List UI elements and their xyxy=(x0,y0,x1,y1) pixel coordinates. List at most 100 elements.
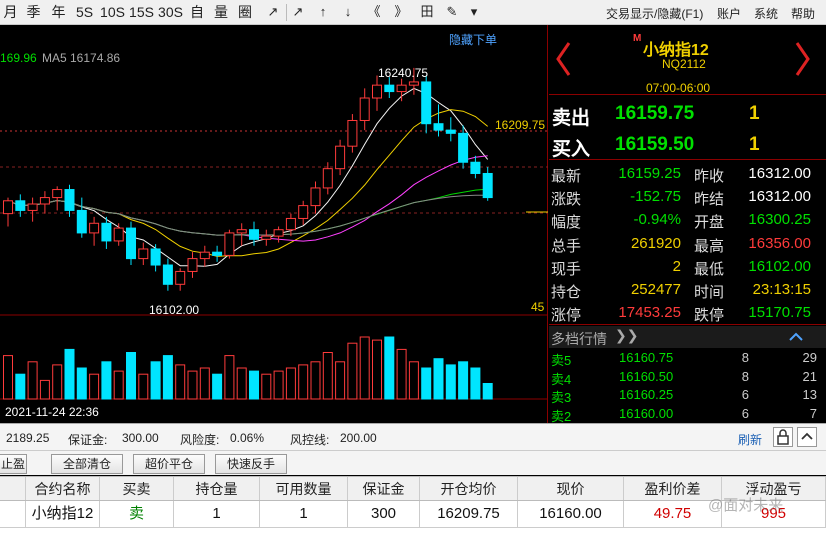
volume-bar xyxy=(359,336,370,400)
period-button-4[interactable]: 10S xyxy=(100,3,125,21)
account-menu[interactable]: 账户 xyxy=(717,5,741,22)
column-header[interactable]: 买卖 xyxy=(100,477,174,500)
up-arrow-icon[interactable]: ↑ xyxy=(313,3,333,21)
stop-value: 200.00 xyxy=(340,431,377,445)
cell-qty: 1 xyxy=(174,501,260,527)
candle-body xyxy=(224,232,235,256)
hide-order-link[interactable]: 隐藏下单 xyxy=(449,31,497,48)
period-button-7[interactable]: 自 xyxy=(187,3,207,21)
sell-price[interactable]: 16159.75 xyxy=(615,103,694,125)
quote-stats: 最新 16159.25 昨收 16312.00 涨跌 -152.75 昨结 16312.00 幅… xyxy=(549,162,826,325)
next-contract-icon[interactable] xyxy=(795,41,811,77)
compress-icon[interactable]: ↗ xyxy=(288,3,308,21)
candle-body xyxy=(39,197,50,205)
volume-bar xyxy=(27,361,38,400)
cell-margin: 300 xyxy=(348,501,420,527)
grid-icon[interactable]: 田 xyxy=(417,3,437,21)
depth-label: 卖5 xyxy=(551,353,572,368)
datetime-label: 2021-11-24 22:36 xyxy=(5,405,99,419)
column-header[interactable]: 合约名称 xyxy=(26,477,100,500)
double-right-icon[interactable]: 》 xyxy=(390,3,412,21)
column-header[interactable]: 持仓量 xyxy=(174,477,260,500)
collapse-button[interactable] xyxy=(797,427,817,447)
table-row[interactable]: 小纳指12 卖 1 1 300 16209.75 16160.00 49.75 995 xyxy=(0,501,826,528)
margin-label: 保证金: xyxy=(68,433,108,447)
column-header[interactable]: 可用数量 xyxy=(260,477,348,500)
depth-header[interactable]: 多档行情 ❯❯ xyxy=(549,326,826,348)
column-header[interactable]: 现价 xyxy=(518,477,624,500)
candle-body xyxy=(175,270,186,285)
volume-bar xyxy=(236,367,247,400)
volume-bar xyxy=(482,383,493,400)
sell-label: 卖出 xyxy=(552,108,591,129)
column-header[interactable]: 开仓均价 xyxy=(420,477,518,500)
quote-panel: M 小纳指12 NQ2112 07:00-06:00 卖出 16159.75 1… xyxy=(549,25,826,424)
period-button-1[interactable]: 季 xyxy=(23,3,44,21)
down-arrow-icon[interactable]: ↓ xyxy=(338,3,358,21)
system-menu[interactable]: 系统 xyxy=(754,5,778,22)
volume-bar xyxy=(64,348,75,400)
depth-price: 16160.75 xyxy=(619,350,674,365)
period-button-5[interactable]: 15S xyxy=(129,3,154,21)
help-menu[interactable]: 帮助 xyxy=(791,5,815,22)
depth-price: 16160.50 xyxy=(619,368,674,384)
candle-body xyxy=(113,227,124,242)
arrow-diagonal-icon[interactable]: ↗ xyxy=(263,3,283,21)
kline-chart[interactable] xyxy=(0,25,548,423)
quote-l2: 跌停 xyxy=(694,307,725,325)
depth-label: 卖3 xyxy=(551,390,572,405)
candle-body xyxy=(261,235,272,240)
candle-body xyxy=(138,248,149,260)
candle-body xyxy=(445,129,456,134)
quote-l2: 最低 xyxy=(694,260,725,278)
depth-qty: 8 xyxy=(741,350,749,365)
candle-body xyxy=(76,209,87,234)
candle-body xyxy=(285,217,296,231)
dropdown-icon[interactable]: ▾ xyxy=(467,3,481,21)
depth-row[interactable]: 卖3 16160.25 6 13 xyxy=(549,386,826,405)
volume-bar xyxy=(396,348,407,400)
super-close-button[interactable]: 超价平仓 xyxy=(133,454,205,474)
period-button-6[interactable]: 30S xyxy=(158,3,183,21)
chevron-up-icon[interactable] xyxy=(789,332,803,342)
depth-row[interactable]: 卖2 16160.00 6 7 xyxy=(549,405,826,424)
volume-bar xyxy=(310,361,321,400)
depth-row[interactable]: 卖4 16160.50 8 21 xyxy=(549,368,826,387)
depth-row[interactable]: 卖5 16160.75 8 29 xyxy=(549,349,826,368)
volume-bar xyxy=(384,336,395,400)
volume-bar xyxy=(249,370,259,400)
volume-bar xyxy=(89,373,100,400)
volume-bar xyxy=(187,370,198,400)
period-button-3[interactable]: 5S xyxy=(73,3,96,21)
period-button-9[interactable]: 圈 xyxy=(235,3,255,21)
quote-l2: 昨收 xyxy=(694,168,725,185)
candle-body xyxy=(64,189,75,211)
chevron-down-icon[interactable]: ❯❯ xyxy=(615,327,638,344)
refresh-link[interactable]: 刷新 xyxy=(738,431,762,448)
contract-code: NQ2112 xyxy=(662,57,706,71)
quote-v1: 17453.25 xyxy=(618,304,681,322)
depth-title: 多档行情 xyxy=(551,331,607,347)
pen-icon[interactable]: ✎ xyxy=(442,3,462,21)
stop-tab[interactable]: 止盈 xyxy=(0,454,27,474)
buy-price[interactable]: 16159.50 xyxy=(615,134,694,156)
kline-chart-area[interactable]: 169.96 MA5 16174.86 隐藏下单 16240.75 16102.… xyxy=(0,25,548,423)
period-button-0[interactable]: 月 xyxy=(2,3,19,21)
price-line-label: 16209.75 xyxy=(495,118,546,132)
lock-button[interactable] xyxy=(773,427,793,447)
close-all-button[interactable]: 全部清仓 xyxy=(51,454,123,474)
risk-value: 0.06% xyxy=(230,431,265,445)
depth-orders: 21 xyxy=(802,368,817,384)
double-left-icon[interactable]: 《 xyxy=(363,3,385,21)
prev-contract-icon[interactable] xyxy=(555,41,571,77)
quick-reverse-button[interactable]: 快速反手 xyxy=(215,454,287,474)
cell-name: 小纳指12 xyxy=(26,501,100,527)
period-button-8[interactable]: 量 xyxy=(211,3,231,21)
balance-value: 2189.25 xyxy=(6,431,50,445)
trade-toggle-menu[interactable]: 交易显示/隐藏(F1) xyxy=(606,5,703,22)
period-button-2[interactable]: 年 xyxy=(48,3,69,21)
volume-bar xyxy=(445,364,456,400)
column-header[interactable]: 保证金 xyxy=(348,477,420,500)
high-label: 16240.75 xyxy=(378,66,429,80)
quote-v2: 16300.25 xyxy=(748,211,811,229)
